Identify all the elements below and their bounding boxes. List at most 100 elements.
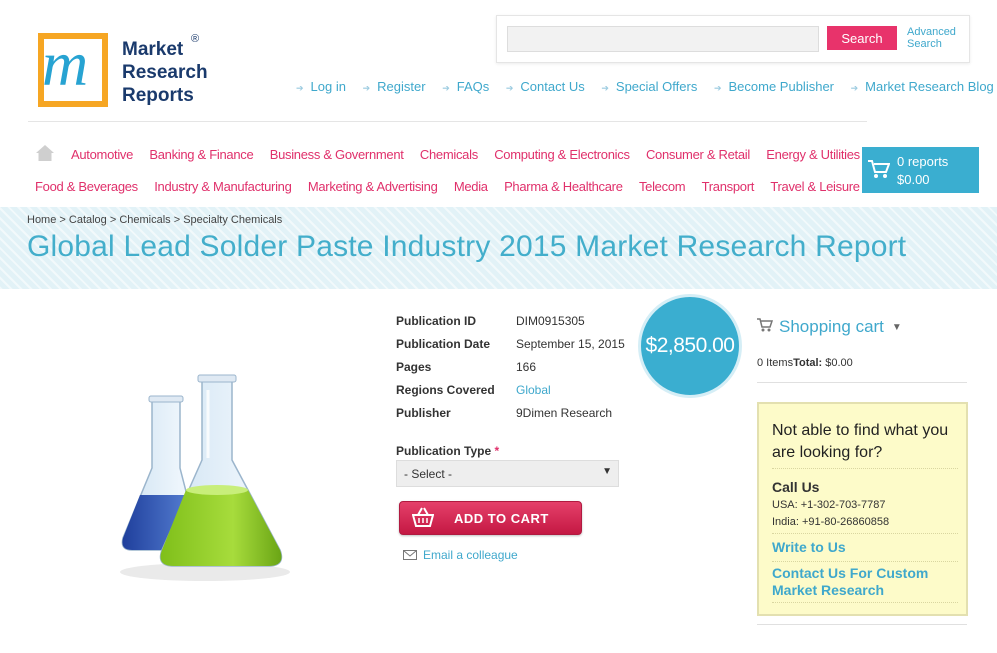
arrow-right-icon: ➔ <box>505 83 514 93</box>
nav-pharma-healthcare[interactable]: Pharma & Healthcare <box>504 179 623 194</box>
top-link-blog[interactable]: ➔ Market Research Blog <box>851 79 994 94</box>
detail-value: 166 <box>516 360 537 374</box>
logo-word-research: Research <box>122 62 208 83</box>
email-colleague-link[interactable]: Email a colleague <box>403 548 518 562</box>
help-divider <box>772 561 958 563</box>
call-us-heading: Call Us <box>772 479 820 495</box>
publication-type-select[interactable]: - Select - ▼ <box>396 460 619 487</box>
top-link-label: Market Research Blog <box>865 79 994 94</box>
search-input[interactable] <box>507 26 819 52</box>
header-divider <box>28 121 867 122</box>
nav-energy-utilities[interactable]: Energy & Utilities <box>766 147 860 162</box>
site-logo[interactable]: m Market Research Reports ® <box>38 28 218 113</box>
add-to-cart-button[interactable]: ADD TO CART <box>399 501 582 535</box>
search-button[interactable]: Search <box>827 26 897 50</box>
cart-total: $0.00 <box>897 172 930 187</box>
detail-label: Regions Covered <box>396 383 495 397</box>
nav-transport[interactable]: Transport <box>702 179 755 194</box>
cart-total-label: Total: <box>793 357 823 369</box>
nav-telecom[interactable]: Telecom <box>639 179 686 194</box>
detail-label: Pages <box>396 360 432 374</box>
arrow-right-icon: ➔ <box>362 83 371 93</box>
phone-india: India: +91-80-26860858 <box>772 516 890 528</box>
nav-marketing-advertising[interactable]: Marketing & Advertising <box>308 179 438 194</box>
help-divider <box>772 602 958 604</box>
cart-reports-count: 0 reports <box>897 154 949 169</box>
detail-label: Publisher <box>396 406 451 420</box>
top-link-become-publisher[interactable]: ➔ Become Publisher <box>714 79 834 94</box>
detail-value: September 15, 2015 <box>516 337 625 351</box>
search-panel: Search Advanced Search <box>496 15 970 63</box>
top-link-label: Log in <box>310 79 346 94</box>
advanced-search-line2: Search <box>907 38 942 50</box>
arrow-right-icon: ➔ <box>442 83 450 93</box>
shopping-cart-label: Shopping cart <box>779 317 884 336</box>
chevron-down-icon[interactable]: ▼ <box>892 322 902 333</box>
logo-mark: m <box>38 28 108 107</box>
select-value: - Select - <box>404 467 453 481</box>
nav-food-beverages[interactable]: Food & Beverages <box>35 179 138 194</box>
envelope-icon <box>403 550 417 560</box>
top-link-label: Special Offers <box>615 79 698 94</box>
help-divider <box>772 533 958 535</box>
sidebar-divider <box>757 624 967 625</box>
arrow-right-icon: ➔ <box>713 83 722 93</box>
arrow-right-icon: ➔ <box>601 83 609 93</box>
top-link-faqs[interactable]: ➔ FAQs <box>442 79 489 94</box>
top-link-login[interactable]: ➔ Log in <box>296 79 346 94</box>
advanced-search-link[interactable]: Advanced Search <box>907 26 956 50</box>
nav-industry-manufacturing[interactable]: Industry & Manufacturing <box>154 179 292 194</box>
help-question: Not able to find what you are looking fo… <box>772 422 949 461</box>
top-link-label: FAQs <box>456 79 490 94</box>
nav-consumer-retail[interactable]: Consumer & Retail <box>646 147 750 162</box>
price-badge: $2,850.00 <box>638 294 742 398</box>
nav-automotive[interactable]: Automotive <box>71 147 133 162</box>
arrow-right-icon: ➔ <box>296 83 304 93</box>
top-link-contact-us[interactable]: ➔ Contact Us <box>506 79 585 94</box>
logo-word-market: Market <box>122 39 184 60</box>
category-nav-row-2: Food & Beverages Industry & Manufacturin… <box>35 179 873 194</box>
logo-registered-mark: ® <box>191 33 200 45</box>
nav-media[interactable]: Media <box>454 179 488 194</box>
home-icon[interactable] <box>36 145 54 161</box>
help-box: Not able to find what you are looking fo… <box>757 402 968 616</box>
cart-items-count: 0 Items <box>757 357 794 369</box>
page-title: Global Lead Solder Paste Industry 2015 M… <box>27 230 907 263</box>
detail-label: Publication ID <box>396 314 477 328</box>
nav-banking-finance[interactable]: Banking & Finance <box>149 147 253 162</box>
top-link-label: Contact Us <box>520 79 585 94</box>
nav-computing-electronics[interactable]: Computing & Electronics <box>494 147 630 162</box>
sidebar-divider <box>757 382 967 383</box>
help-divider <box>772 468 958 470</box>
arrow-right-icon: ➔ <box>850 83 859 93</box>
detail-value: DIM0915305 <box>516 314 585 328</box>
detail-label: Publication Date <box>396 337 491 351</box>
top-link-register[interactable]: ➔ Register <box>363 79 426 94</box>
cart-total-value: $0.00 <box>822 357 853 369</box>
logo-word-reports: Reports <box>122 85 194 106</box>
top-link-label: Become Publisher <box>728 79 835 94</box>
email-colleague-label: Email a colleague <box>423 548 518 562</box>
write-to-us-link[interactable]: Write to Us <box>772 539 962 556</box>
region-link[interactable]: Global <box>516 383 551 397</box>
advanced-search-line1: Advanced <box>907 26 956 38</box>
shopping-cart-heading[interactable]: Shopping cart ▼ <box>757 317 902 337</box>
breadcrumb[interactable]: Home > Catalog > Chemicals > Specialty C… <box>27 214 282 226</box>
phone-usa: USA: +1-302-703-7787 <box>772 499 886 511</box>
header-cart-button[interactable]: 0 reports $0.00 <box>862 147 979 193</box>
top-link-label: Register <box>377 79 426 94</box>
top-link-special-offers[interactable]: ➔ Special Offers <box>601 79 697 94</box>
required-marker: * <box>494 444 500 458</box>
publication-type-label: Publication Type * <box>396 444 499 458</box>
custom-research-link[interactable]: Contact Us For Custom Market Research <box>772 565 962 599</box>
shopping-basket-icon <box>412 507 434 527</box>
flask-image <box>120 374 290 581</box>
cart-icon <box>757 318 773 332</box>
publication-type-text: Publication Type <box>396 444 492 458</box>
dropdown-arrow-icon: ▼ <box>602 466 612 477</box>
cart-summary: 0 ItemsTotal: $0.00 <box>757 357 853 369</box>
nav-business-government[interactable]: Business & Government <box>270 147 404 162</box>
top-links: ➔ Log in ➔ Register ➔ FAQs ➔ Contact Us ➔ Spe… <box>296 79 997 94</box>
nav-travel-leisure[interactable]: Travel & Leisure <box>770 179 860 194</box>
nav-chemicals[interactable]: Chemicals <box>420 147 478 162</box>
